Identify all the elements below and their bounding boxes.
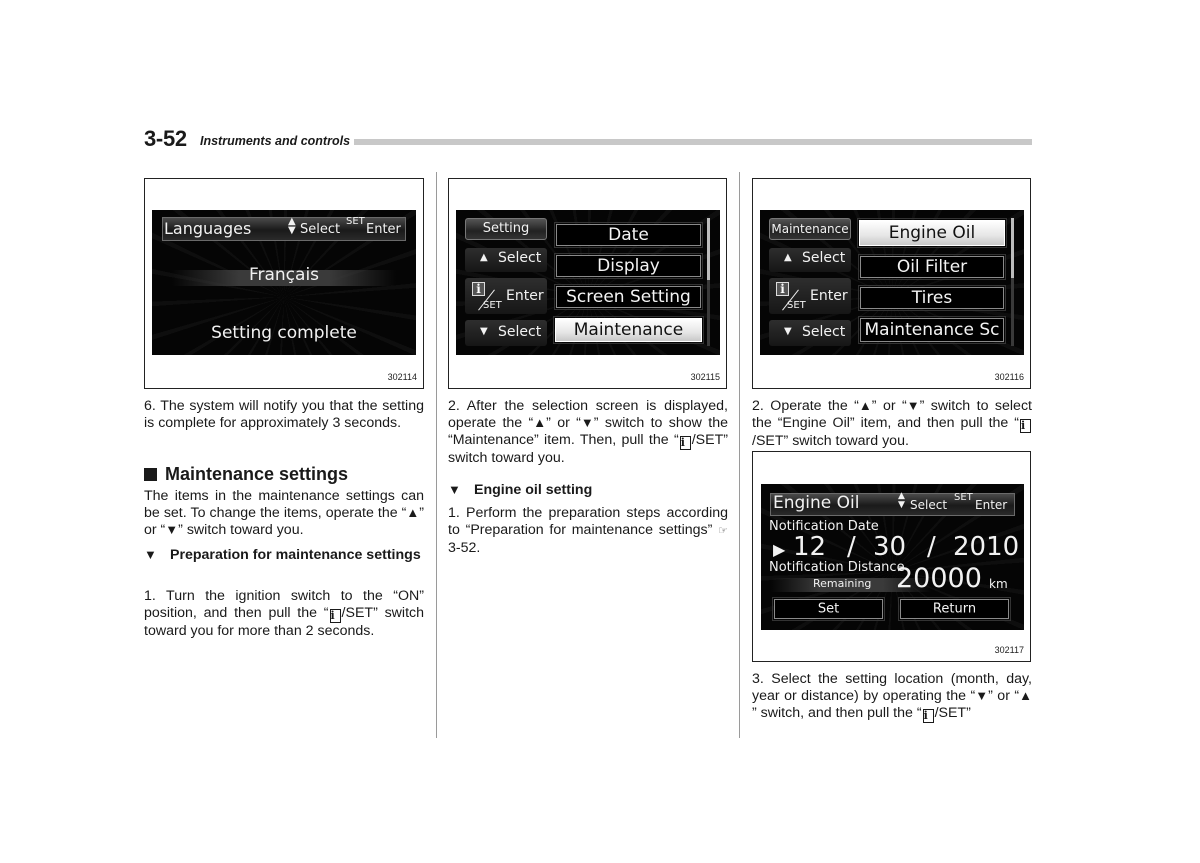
down-arrow-icon: ▼ [480,326,488,337]
day-field[interactable]: 30 [873,532,906,562]
section-title: Instruments and controls [200,134,355,148]
step-2-text: 2. Operate the “▲” or “▼” switch to sele… [752,398,1032,449]
reference-icon: ☞ [718,524,728,537]
select-hint: Select [910,498,948,512]
enter-label: Enter [810,288,848,304]
side-header-label: Setting [482,221,530,236]
up-arrow-icon: ▲ [784,252,792,263]
up-select-label: Select [498,250,542,266]
up-triangle-icon: ▲ [406,504,420,520]
info-icon: i [472,282,485,296]
heading-square-icon [144,468,157,481]
scroll-thumb[interactable] [1011,218,1014,278]
down-select-label: Select [498,324,542,340]
up-select-label: Select [802,250,846,266]
selected-language: Français [248,265,320,285]
figure-maintenance-menu: Maintenance ▲ Select i SET Enter ▼ Selec… [752,178,1031,389]
page-header: 3-52 Instruments and controls [144,126,1032,152]
notification-distance-label: Notification Distance [769,560,905,575]
cursor-icon[interactable]: ▶ [773,540,785,559]
distance-unit: km [989,577,1008,591]
menu-item-screen-setting[interactable]: Screen Setting [554,284,703,310]
scroll-thumb[interactable] [707,218,710,280]
side-header-label: Maintenance [771,222,849,236]
engine-oil-subheading: ▼ Engine oil setting [448,482,593,498]
enter-hint: Enter [366,222,401,237]
step-6-text: 6. The system will notify you that the s… [144,398,424,431]
set-button[interactable]: Set [772,597,885,621]
column-divider [436,172,437,738]
down-triangle-icon: ▼ [165,521,179,537]
screen-title: Languages [164,219,252,238]
down-triangle-bullet-icon: ▼ [448,482,461,497]
info-switch-icon: i [922,708,934,723]
figure-code: 302114 [387,372,417,382]
step-3-text: 3. Select the setting location (month, d… [752,671,1032,723]
up-triangle-icon: ▲ [533,414,547,430]
enter-label: Enter [506,288,544,304]
display-screen: Engine Oil ▲ ▼ Select SET Enter Notificat… [761,484,1024,630]
month-field[interactable]: 12 [793,532,826,562]
figure-setting-menu: Setting ▲ Select i SET Enter ▼ Select Da… [448,178,727,389]
info-switch-icon: i [329,608,341,623]
status-message: Setting complete [211,323,357,343]
menu-item-date[interactable]: Date [554,222,703,248]
menu-item-oil-filter[interactable]: Oil Filter [858,254,1006,280]
menu-item-maintenance-schedule[interactable]: Maintenance Sc [858,316,1006,344]
down-arrow-icon: ▼ [784,326,792,337]
menu-item-tires[interactable]: Tires [858,285,1006,311]
figure-code: 302115 [690,372,720,382]
display-screen: Languages ▲ ▼ Select SET Enter Français S… [152,210,416,355]
up-triangle-icon: ▲ [858,398,872,413]
set-hint: SET [346,216,365,227]
distance-field[interactable]: 20000 [896,563,982,594]
figure-code: 302116 [994,372,1024,382]
step-2-text: 2. After the selection screen is display… [448,398,728,466]
menu-item-display[interactable]: Display [554,253,703,279]
scrollbar[interactable] [707,218,710,346]
date-separator: / [927,532,936,562]
set-hint: SET [954,492,973,503]
select-hint: Select [300,222,341,237]
set-label: SET [483,300,502,311]
figure-code: 302117 [994,645,1024,655]
display-screen: Setting ▲ Select i SET Enter ▼ Select Da… [456,210,720,355]
enter-hint: Enter [975,498,1008,512]
down-select-label: Select [802,324,846,340]
year-field[interactable]: 2010 [953,532,1019,562]
page-reference-link[interactable]: 3-52. [448,540,480,556]
figure-languages-complete: Languages ▲ ▼ Select SET Enter Français S… [144,178,424,389]
set-label: SET [787,300,806,311]
down-triangle-icon: ▼ [906,398,920,413]
up-arrow-icon: ▲ [480,252,488,263]
up-down-arrows-icon: ▲ ▼ [898,491,905,510]
figure-engine-oil-setting: Engine Oil ▲ ▼ Select SET Enter Notificat… [752,451,1031,662]
prep-step-1-text: 1. Turn the ignition switch to the “ON” … [144,588,424,639]
return-button[interactable]: Return [898,597,1011,621]
engine-oil-step-1-text: 1. Perform the preparation steps accordi… [448,505,728,556]
remaining-label: Remaining [813,577,872,590]
column-divider [739,172,740,738]
screen-title: Engine Oil [773,493,860,513]
down-triangle-bullet-icon: ▼ [144,547,157,562]
page-number: 3-52 [144,126,187,151]
down-triangle-icon: ▼ [975,687,989,703]
menu-item-maintenance[interactable]: Maintenance [553,316,704,344]
preparation-subheading: ▼ Preparation for maintenance settings [144,547,421,563]
display-screen: Maintenance ▲ Select i SET Enter ▼ Selec… [760,210,1024,355]
up-triangle-icon: ▲ [1019,687,1032,703]
up-down-arrows-icon: ▲ ▼ [288,216,296,236]
info-switch-icon: i [1020,418,1031,433]
scrollbar[interactable] [1011,218,1014,346]
info-switch-icon: i [679,435,691,450]
maintenance-intro-text: The items in the maintenance settings ca… [144,488,424,538]
menu-item-engine-oil[interactable]: Engine Oil [857,218,1007,248]
info-icon: i [776,282,789,296]
maintenance-settings-heading: Maintenance settings [144,464,348,485]
down-triangle-icon: ▼ [580,414,594,430]
date-separator: / [847,532,856,562]
